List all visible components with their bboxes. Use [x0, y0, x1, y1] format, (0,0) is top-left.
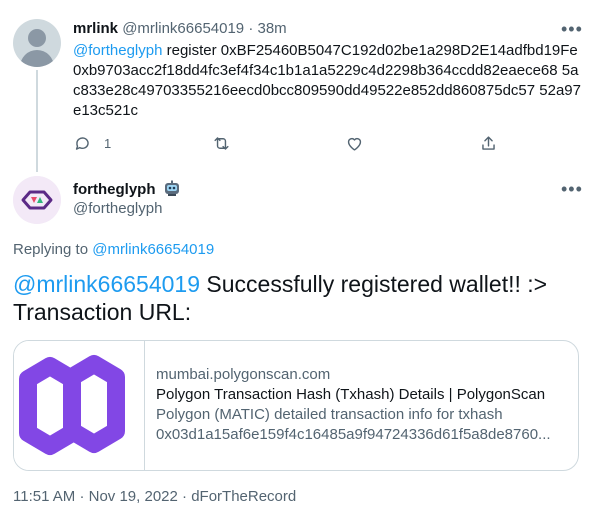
user-name-text[interactable]: fortheglyph — [73, 181, 156, 198]
retweet-icon — [214, 137, 229, 150]
avatar-head-shape — [28, 29, 46, 47]
replying-to: Replying to @mrlink66654019 — [13, 241, 214, 258]
card-title: Polygon Transaction Hash (Txhash) Detail… — [156, 386, 546, 403]
avatar-body-shape — [20, 50, 54, 67]
thread-line — [36, 70, 38, 172]
tweet-text: @mrlink66654019 Successfully registered … — [13, 270, 578, 326]
retweet-button[interactable] — [212, 134, 231, 153]
user-name: fortheglyph — [73, 180, 181, 201]
mention-link[interactable]: @mrlink66654019 — [13, 271, 200, 297]
card-body: mumbai.polygonscan.com Polygon Transacti… — [156, 365, 566, 445]
tweet-header: mrlink @mrlink66654019 · 38m — [73, 20, 287, 37]
more-options-icon[interactable]: ••• — [561, 180, 583, 198]
avatar[interactable] — [13, 19, 61, 67]
share-button[interactable] — [479, 134, 498, 153]
user-name[interactable]: mrlink — [73, 20, 118, 37]
mention-link[interactable]: @fortheglyph — [73, 42, 162, 59]
avatar[interactable] — [13, 176, 61, 224]
user-handle[interactable]: @mrlink66654019 — [122, 20, 244, 37]
tweet-time[interactable]: 11:51 AM — [13, 488, 75, 505]
tweet-meta: 11:51 AM · Nov 19, 2022 · dForTheRecord — [13, 488, 296, 505]
tweet-date[interactable]: Nov 19, 2022 — [89, 488, 178, 505]
card-domain: mumbai.polygonscan.com — [156, 366, 331, 383]
more-options-icon[interactable]: ••• — [561, 20, 583, 38]
robot-emoji-icon — [163, 180, 181, 201]
user-handle[interactable]: @fortheglyph — [73, 200, 162, 217]
heart-icon — [347, 137, 362, 151]
tweet-time[interactable]: 38m — [258, 20, 287, 37]
separator: · — [79, 488, 85, 505]
tweet-actions: 1 — [73, 134, 583, 154]
card-description-line1: Polygon (MATIC) detailed transaction inf… — [156, 406, 503, 423]
glyph-logo-icon — [13, 176, 61, 224]
replying-to-link[interactable]: @mrlink66654019 — [92, 241, 214, 258]
separator: · — [182, 488, 188, 505]
tweet-source[interactable]: dForTheRecord — [191, 488, 296, 505]
link-card[interactable]: mumbai.polygonscan.com Polygon Transacti… — [13, 340, 579, 471]
share-icon — [482, 136, 495, 150]
reply-count: 1 — [104, 136, 112, 151]
separator: · — [248, 20, 254, 37]
like-button[interactable] — [345, 134, 364, 153]
reply-button[interactable]: 1 — [73, 134, 111, 153]
tweet-text: @fortheglyph register 0xBF25460B5047C192… — [73, 41, 583, 121]
replying-label: Replying to — [13, 241, 89, 258]
polygon-logo-icon — [19, 355, 125, 455]
card-description-line2: 0x03d1a15af6e159f4c16485a9f94724336d61f5… — [156, 426, 551, 443]
reply-icon — [75, 137, 89, 150]
card-image — [14, 341, 145, 470]
